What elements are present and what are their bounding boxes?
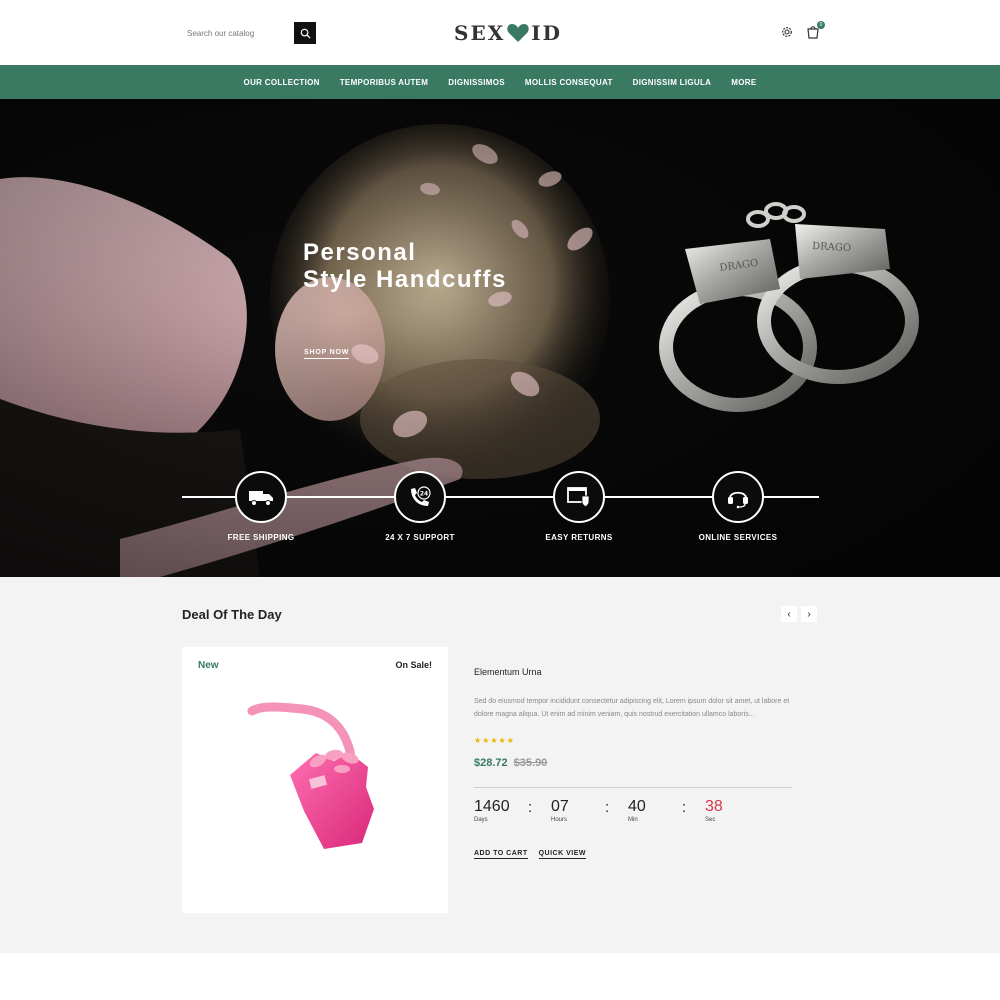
site-logo[interactable]: SEX ID [454,21,562,45]
feature-free-shipping: FREE SHIPPING [191,471,331,542]
countdown-seconds: 38 Sec [705,798,723,823]
product-name[interactable]: Elementum Urna [474,667,792,677]
hero-background-image: DRAGO DRAGO [0,99,1000,577]
search-input[interactable] [183,22,293,44]
quick-view-link[interactable]: QUICK VIEW [538,850,586,859]
feature-label: FREE SHIPPING [227,533,295,542]
countdown-minutes-value: 40 [628,798,646,815]
heart-icon [507,23,529,43]
search-bar [183,22,316,44]
divider [474,787,792,788]
svg-text:DRAGO: DRAGO [812,241,851,254]
next-arrow-button[interactable]: › [801,606,817,622]
star-rating: ★★★★★ [474,736,515,745]
countdown-timer: 1460 Days : 07 Hours : 40 Min : 38 Sec [474,798,792,828]
settings-button[interactable] [779,24,795,40]
feature-label: EASY RETURNS [545,533,613,542]
search-button[interactable] [294,22,316,44]
add-to-cart-link[interactable]: ADD TO CART [474,850,528,859]
nav-item-mollis-consequat[interactable]: MOLLIS CONSEQUAT [515,78,623,87]
product-details: Elementum Urna Sed do eiusmod tempor inc… [474,667,792,859]
countdown-hours: 07 Hours [551,798,569,823]
cart-count-badge: 0 [817,21,825,29]
return-shield-icon [553,471,605,523]
current-price: $28.72 [474,757,508,769]
product-description: Sed do eiusmod tempor incididunt consect… [474,698,790,718]
section-title: Deal Of The Day [182,607,282,622]
hero-banner: DRAGO DRAGO Personal Style Handcuffs SHO… [0,99,1000,577]
nav-item-our-collection[interactable]: OUR COLLECTION [234,78,330,87]
shop-now-link[interactable]: SHOP NOW [304,349,350,359]
countdown-days-value: 1460 [474,798,510,815]
header-actions: 0 [779,21,825,40]
countdown-separator: : [605,799,610,816]
feature-easy-returns: EASY RETURNS [509,471,649,542]
product-actions: ADD TO CART QUICK VIEW [474,850,792,859]
main-nav: OUR COLLECTION TEMPORIBUS AUTEM DIGNISSI… [0,65,1000,99]
search-icon [300,28,311,39]
hero-title: Personal Style Handcuffs [303,239,507,293]
deal-carousel-nav: ‹ › [781,606,817,622]
product-prices: $28.72 $35.90 [474,757,792,769]
nav-item-dignissim-ligula[interactable]: DIGNISSIM LIGULA [623,78,722,87]
on-sale-badge: On Sale! [395,660,432,670]
countdown-days-label: Days [474,817,488,823]
old-price: $35.90 [513,757,548,769]
site-header: SEX ID 0 [0,0,1000,65]
countdown-seconds-label: Sec [705,817,716,823]
phone-24-icon: 24 [394,471,446,523]
feature-online-services: ONLINE SERVICES [668,471,808,542]
countdown-minutes-label: Min [628,817,638,823]
countdown-days: 1460 Days [474,798,510,823]
truck-icon [235,471,287,523]
countdown-hours-label: Hours [551,817,568,823]
prev-arrow-button[interactable]: ‹ [781,606,797,622]
new-badge: New [198,660,219,671]
nav-item-temporibus-autem[interactable]: TEMPORIBUS AUTEM [330,78,439,87]
cart-button[interactable]: 0 [805,21,825,40]
countdown-separator: : [682,799,687,816]
countdown-minutes: 40 Min [628,798,646,823]
headset-icon [712,471,764,523]
svg-text:24: 24 [420,491,428,498]
feature-label: 24 X 7 SUPPORT [385,533,455,542]
countdown-hours-value: 07 [551,798,569,815]
nav-item-dignissimos[interactable]: DIGNISSIMOS [438,78,515,87]
hero-title-line2: Style Handcuffs [303,266,507,293]
product-image-card[interactable]: New On Sale! [182,647,448,913]
logo-text-right: ID [531,21,562,45]
nav-item-more[interactable]: MORE [721,78,766,87]
hero-title-line1: Personal [303,239,417,266]
gear-icon [782,27,792,37]
feature-label: ONLINE SERVICES [698,533,778,542]
product-image [247,702,374,849]
countdown-separator: : [528,799,533,816]
feature-support: 24 24 X 7 SUPPORT [350,471,490,542]
deal-of-the-day-section: Deal Of The Day ‹ › New On Sale! Element… [0,577,1000,953]
countdown-seconds-value: 38 [705,798,723,815]
logo-text-left: SEX [454,21,506,45]
